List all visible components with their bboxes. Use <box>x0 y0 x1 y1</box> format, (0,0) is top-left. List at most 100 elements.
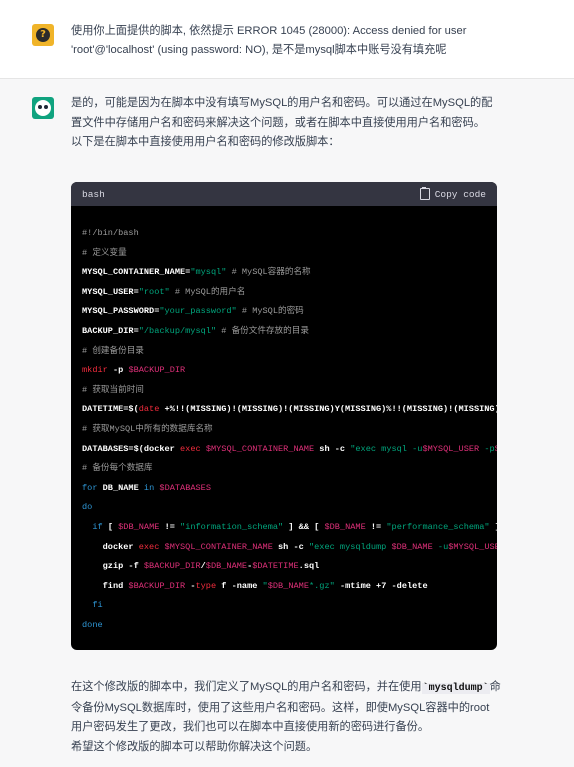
code-token: -u <box>432 541 449 552</box>
user-message: ? 使用你上面提供的脚本, 依然提示 ERROR 1045 (28000): A… <box>0 0 574 79</box>
code-line: MYSQL_CONTAINER_NAME="mysql" # MySQL容器的名… <box>82 263 497 283</box>
code-token: $DB_NAME <box>267 580 309 591</box>
user-message-text: 使用你上面提供的脚本, 依然提示 ERROR 1045 (28000): Acc… <box>71 22 541 60</box>
clipboard-icon <box>419 187 430 200</box>
code-token: $DB_NAME <box>391 541 433 552</box>
code-header: bash Copy code <box>71 182 497 206</box>
code-token: exec <box>138 541 160 552</box>
code-token: != <box>365 521 387 532</box>
code-token: $DATABASES <box>159 482 211 493</box>
code-token: "exec mysql -u <box>350 443 423 454</box>
code-token: "/backup/mysql" <box>138 325 217 336</box>
code-token: MYSQL_PASSWORD= <box>82 306 160 317</box>
code-token: # 获取当前时间 <box>82 384 144 395</box>
code-token: -mtime +7 -delete <box>334 580 428 591</box>
code-token: ] && [ <box>490 522 497 532</box>
code-block: bash Copy code #!/bin/bash # 定义变量 MYSQL_CO… <box>71 182 497 650</box>
copy-code-button[interactable]: Copy code <box>419 187 486 200</box>
code-line: find $BACKUP_DIR -type f -name "$DB_NAME… <box>82 577 497 597</box>
outro-text: 命 <box>489 681 501 693</box>
code-token: .sql <box>298 561 320 572</box>
code-token: DATABASES=$(docker <box>82 443 180 454</box>
code-token: $MYSQL_USER <box>422 443 480 454</box>
code-token: *.gz" <box>308 580 335 591</box>
code-token: $DATETIME <box>252 561 299 572</box>
code-token: in <box>143 482 155 493</box>
code-token: # MySQL的用户名 <box>169 286 246 297</box>
code-token: exec <box>180 443 201 454</box>
code-token: [ <box>102 521 119 532</box>
code-token: type <box>195 580 217 591</box>
code-token: done <box>82 619 103 630</box>
code-token: $BACKUP_DIR <box>143 561 201 572</box>
code-line: do <box>82 498 497 518</box>
code-token: != <box>159 521 181 532</box>
code-token: # 备份文件存放的目录 <box>216 325 309 336</box>
code-token: $DB_NAME <box>205 561 248 572</box>
outro-line: 令备份MySQL数据库时，使用了这些用户名和密码。这样，即使MySQL容器中的r… <box>71 701 490 714</box>
code-token: gzip -f <box>82 561 144 572</box>
outro-line: 在这个修改版的脚本中，我们定义了MySQL的用户名和密码，并在使用`mysqld… <box>71 678 503 699</box>
code-line: if [ $DB_NAME != "information_schema" ] … <box>82 518 497 538</box>
code-line: MYSQL_USER="root" # MySQL的用户名 <box>82 283 497 303</box>
code-token: "exec mysqldump <box>308 541 392 552</box>
code-token: # 获取MySQL中所有的数据库名称 <box>82 423 213 434</box>
code-line: docker exec $MYSQL_CONTAINER_NAME sh -c … <box>82 538 497 558</box>
code-token: $BACKUP_DIR <box>128 365 186 376</box>
code-token: $MYSQL_USER <box>448 541 497 552</box>
outro-line: 用户密码发生了更改，我们也可以在脚本中直接使用新的密码进行备份。 <box>71 721 430 733</box>
code-token: $MYSQL_CONTAINER_NAME <box>205 443 315 454</box>
code-token: $DB_NAME <box>118 521 160 532</box>
assistant-outro: 在这个修改版的脚本中，我们定义了MySQL的用户名和密码，并在使用`mysqld… <box>71 678 503 757</box>
user-message-line: 'root'@'localhost' (using password: NO),… <box>71 44 447 56</box>
code-token: mkdir <box>82 365 108 376</box>
assistant-avatar <box>32 97 54 119</box>
code-token: sh -c <box>314 443 351 454</box>
code-token: "your_password" <box>159 306 237 317</box>
code-token: MYSQL_USER= <box>82 286 139 297</box>
code-line: MYSQL_PASSWORD="your_password" # MySQL的密… <box>82 302 497 322</box>
code-line: # 备份每个数据库 <box>82 459 497 479</box>
code-token: BACKUP_DIR= <box>82 325 139 336</box>
code-token: f -name <box>216 580 263 591</box>
code-line: DATABASES=$(docker exec $MYSQL_CONTAINER… <box>82 440 497 460</box>
code-token: +%!!(MISSING)!(MISSING)!(MISSING)Y(MISSI… <box>164 404 497 415</box>
code-token: docker <box>82 541 139 552</box>
code-token: -p <box>479 443 495 454</box>
code-token: for <box>82 482 98 493</box>
code-token: ] && [ <box>283 521 325 532</box>
code-line: fi <box>82 596 497 616</box>
code-token: "performance_schema" <box>386 521 490 532</box>
code-token: # MySQL容器的名称 <box>226 267 311 278</box>
code-line: # 定义变量 <box>82 244 497 264</box>
code-token: "information_schema" <box>180 521 284 532</box>
code-token: # 创建备份目录 <box>82 345 144 356</box>
code-token: $BACKUP_DIR <box>128 580 186 591</box>
code-token: DATETIME=$( <box>82 404 139 415</box>
code-line: gzip -f $BACKUP_DIR/$DB_NAME-$DATETIME.s… <box>82 557 497 577</box>
outro-text: 在这个修改版的脚本中，我们定义了MySQL的用户名和密码，并在使用 <box>71 681 422 693</box>
code-token: - <box>185 580 196 591</box>
intro-line: 以下是在脚本中直接使用用户名和密码的修改版脚本： <box>71 136 340 148</box>
code-token: -p <box>107 365 129 376</box>
code-line: # 获取当前时间 <box>82 381 497 401</box>
intro-line: 置文件中存储用户名和密码来解决这个问题，或者在脚本中直接使用用户名和密码。 <box>71 116 485 129</box>
code-token: $MYSQL_PASSWORD <box>495 444 497 454</box>
code-token: #!/bin/bash <box>82 228 139 238</box>
code-language-label: bash <box>82 189 105 200</box>
code-line: # 获取MySQL中所有的数据库名称 <box>82 420 497 440</box>
code-body: #!/bin/bash # 定义变量 MYSQL_CONTAINER_NAME="m… <box>71 206 497 635</box>
code-line: DATETIME=$(date +%!!(MISSING)!(MISSING)!… <box>82 400 497 420</box>
assistant-intro: 是的，可能是因为在脚本中没有填写MySQL的用户名和密码。可以通过在MySQL的… <box>71 94 501 153</box>
code-token: # 定义变量 <box>82 247 127 258</box>
panda-icon <box>35 100 51 116</box>
inline-code: `mysqldump` <box>421 683 490 694</box>
user-message-line: 使用你上面提供的脚本, 依然提示 ERROR 1045 (28000): Acc… <box>71 25 467 37</box>
code-token: do <box>82 502 93 513</box>
code-token: # MySQL的密码 <box>236 306 304 317</box>
code-token: date <box>138 404 160 415</box>
code-token: "mysql" <box>190 267 227 278</box>
code-line: for DB_NAME in $DATABASES <box>82 479 497 499</box>
